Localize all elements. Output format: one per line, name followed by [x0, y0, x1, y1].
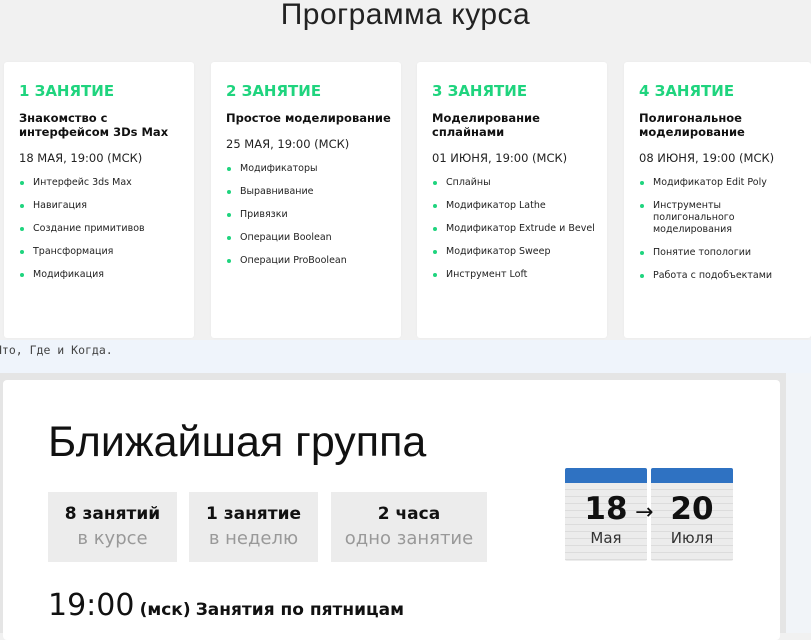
stat-value: 1 занятие: [205, 504, 302, 524]
lesson-title: Знакомство с интерфейсом 3Ds Max: [19, 111, 169, 139]
stat-caption: в неделю: [208, 528, 299, 549]
course-program-section: Программа курса 1 ЗАНЯТИЕ Знакомство с и…: [0, 0, 811, 340]
lesson-title: Моделирование сплайнами: [432, 111, 540, 139]
stat-lessons-per-week: 1 занятие в неделю: [189, 492, 318, 562]
topic-item: Модификатор Sweep: [432, 246, 599, 258]
topic-item: Модификаторы: [226, 163, 393, 175]
topic-item: Понятие топологии: [639, 247, 803, 259]
lesson-date: 08 ИЮНЯ, 19:00 (МСК): [639, 151, 775, 165]
lesson-card-3: 3 ЗАНЯТИЕ Моделирование сплайнами 01 ИЮН…: [417, 62, 607, 338]
topic-item: Модификатор Edit Poly: [639, 177, 803, 189]
start-time: 19:00: [48, 588, 135, 623]
schedule-description: Занятия по пятницам: [195, 600, 405, 620]
topic-item: Операции Boolean: [226, 232, 393, 244]
topic-item: Выравнивание: [226, 186, 393, 198]
timezone: (мск): [139, 600, 191, 620]
lesson-number: 1 ЗАНЯТИЕ: [19, 82, 115, 100]
nearest-group-panel: Ближайшая группа 8 занятий в курсе 1 зан…: [3, 380, 780, 640]
schedule-line: 19:00 (мск) Занятия по пятницам: [48, 588, 404, 623]
lesson-date: 18 МАЯ, 19:00 (МСК): [19, 151, 143, 165]
topic-item: Модификатор Lathe: [432, 200, 599, 212]
page-title: Программа курса: [280, 0, 531, 31]
topic-item: Работа с подобъектами: [639, 270, 803, 282]
lesson-date: 01 ИЮНЯ, 19:00 (МСК): [432, 151, 568, 165]
calendar-month: Мая: [590, 529, 622, 547]
stat-value: 2 часа: [377, 504, 441, 524]
topic-item: Инструменты полигонального моделирования: [639, 200, 803, 236]
info-text: Что, Где и Когда.: [0, 343, 113, 357]
topic-item: Инструмент Loft: [432, 269, 599, 281]
topic-item: Привязки: [226, 209, 393, 221]
calendar-header: [651, 468, 733, 483]
topic-item: Модификация: [19, 269, 186, 281]
topic-item: Операции ProBoolean: [226, 255, 393, 267]
lesson-title: Полигональное моделирование: [639, 111, 745, 139]
topic-item: Сплайны: [432, 177, 599, 189]
stat-lessons-total: 8 занятий в курсе: [48, 492, 177, 562]
info-strip: Что, Где и Когда.: [0, 340, 811, 373]
stat-lesson-duration: 2 часа одно занятие: [331, 492, 487, 562]
group-title: Ближайшая группа: [48, 418, 427, 466]
calendar-month: Июля: [670, 529, 714, 547]
lesson-card-4: 4 ЗАНЯТИЕ Полигональное моделирование 08…: [624, 62, 811, 338]
lesson-number: 4 ЗАНЯТИЕ: [639, 82, 735, 100]
topic-item: Модификатор Extrude и Bevel: [432, 223, 599, 235]
topic-item: Создание примитивов: [19, 223, 186, 235]
topic-item: Трансформация: [19, 246, 186, 258]
stat-caption: в курсе: [77, 528, 148, 549]
lesson-date: 25 МАЯ, 19:00 (МСК): [226, 137, 350, 151]
lesson-number: 2 ЗАНЯТИЕ: [226, 82, 322, 100]
topic-list: Модификатор Edit Poly Инструменты полиго…: [639, 177, 803, 282]
stat-caption: одно занятие: [344, 528, 474, 549]
lesson-title: Простое моделирование: [226, 111, 391, 125]
topic-list: Модификаторы Выравнивание Привязки Опера…: [226, 163, 393, 267]
arrow-right-icon: →: [635, 500, 654, 525]
lesson-number: 3 ЗАНЯТИЕ: [432, 82, 528, 100]
calendar-header: [565, 468, 647, 483]
right-gutter: [786, 373, 811, 633]
lesson-card-1: 1 ЗАНЯТИЕ Знакомство с интерфейсом 3Ds M…: [4, 62, 194, 338]
topic-item: Навигация: [19, 200, 186, 212]
topic-item: Интерфейс 3ds Max: [19, 177, 186, 189]
stat-value: 8 занятий: [64, 504, 161, 524]
topic-list: Интерфейс 3ds Max Навигация Создание при…: [19, 177, 186, 281]
lesson-card-2: 2 ЗАНЯТИЕ Простое моделирование 25 МАЯ, …: [211, 62, 401, 338]
topic-list: Сплайны Модификатор Lathe Модификатор Ex…: [432, 177, 599, 281]
calendar-end: 20 Июля: [651, 468, 733, 561]
calendar-day: 20: [670, 491, 714, 527]
